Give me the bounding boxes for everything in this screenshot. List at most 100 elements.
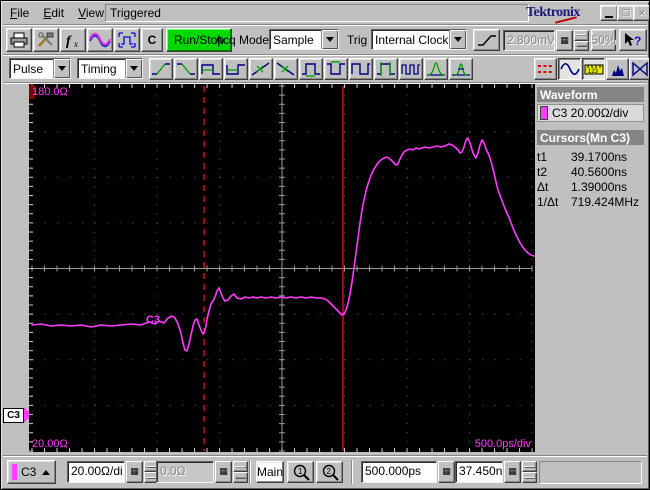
measure-category-select[interactable]: Pulse <box>9 58 71 79</box>
trigger-slope-button[interactable] <box>473 29 500 51</box>
trigger-level-field: 2.800mV <box>503 30 555 51</box>
trig-dropdown-button[interactable] <box>449 30 466 49</box>
acquire-region-icon <box>118 32 136 48</box>
close-button: ✕ <box>633 5 649 21</box>
measure-negative-width-button[interactable] <box>224 58 248 80</box>
measure-class-select[interactable]: Timing <box>77 58 143 79</box>
measure-positive-width-button[interactable] <box>199 58 223 80</box>
spin-up-button <box>574 30 589 41</box>
measure-duty-cycle-button[interactable] <box>374 58 398 80</box>
menu-bar: FileEditViewSetupUtilitiesHelp Triggered… <box>4 3 649 24</box>
measure-class-dropdown-button[interactable] <box>125 59 142 78</box>
spin-up-button <box>233 461 248 472</box>
measure-positive-overshoot-button[interactable] <box>424 58 448 80</box>
horizontal-scale-field[interactable]: 500.000ps <box>361 461 437 483</box>
channel-marker-label: C3 <box>7 410 20 421</box>
fall-time-icon <box>177 63 195 75</box>
trigger-slope-icon <box>477 35 496 46</box>
bottom-control-bar: C3 20.00Ω/di ▦ 0.0Ω ▦ Main 1 2 500.000ps… <box>3 455 647 489</box>
measure-period-button[interactable] <box>349 58 373 80</box>
negative-width-icon <box>226 64 245 75</box>
acquire-button[interactable] <box>114 28 140 52</box>
horizontal-position-field[interactable]: 37.450n <box>455 461 503 483</box>
waveform-button[interactable] <box>87 28 113 52</box>
acq-mode-dropdown-button[interactable] <box>321 30 338 49</box>
toolbar-measure: Pulse Timing 123 <box>3 56 649 82</box>
positive-overshoot-icon <box>427 62 445 76</box>
trig-source-value: Internal Clock <box>375 32 449 47</box>
spin-down-button[interactable] <box>522 472 537 483</box>
positive-pulse-icon <box>302 63 320 77</box>
up-arrow-icon <box>235 465 246 468</box>
svg-text:123: 123 <box>588 69 599 75</box>
divider <box>249 460 251 484</box>
measure-category-value: Pulse <box>13 61 44 76</box>
trigger-level-updown <box>574 30 589 51</box>
frequency-icon <box>401 64 420 75</box>
keypad-icon: ▦ <box>215 461 232 483</box>
waveform-entry-label: C3 20.00Ω/div <box>552 106 629 120</box>
waveform-display-icon <box>559 62 580 76</box>
close-icon: ✕ <box>638 7 646 18</box>
minimize-button[interactable] <box>600 5 618 21</box>
waveform-entry[interactable]: C3 20.00Ω/div <box>537 104 644 122</box>
magnifier-1-icon: 1 <box>293 464 310 481</box>
measure-frequency-button[interactable] <box>399 58 423 80</box>
keypad-icon[interactable]: ▦ <box>504 461 521 483</box>
measure-class-value: Timing <box>81 61 117 76</box>
measure-negative-overshoot-button[interactable] <box>449 58 473 80</box>
duty-cycle-icon <box>377 62 395 76</box>
cursors-button[interactable] <box>534 58 557 80</box>
readout-label: t2 <box>537 164 548 179</box>
tools-icon <box>38 32 54 47</box>
keypad-icon[interactable]: ▦ <box>126 461 143 483</box>
mag2-zoom-button[interactable]: 2 <box>316 461 343 483</box>
keypad-icon[interactable]: ▦ <box>438 461 455 483</box>
svg-text:1: 1 <box>298 467 303 476</box>
histogram-icon <box>608 65 624 76</box>
readouts-button[interactable]: 123 <box>582 58 605 80</box>
measure-rise-time-button[interactable] <box>149 58 173 80</box>
negative-pulse-icon <box>327 61 345 75</box>
histogram-button[interactable] <box>606 58 629 80</box>
measure-category-dropdown-button[interactable] <box>53 59 70 78</box>
trace-color-swatch <box>540 106 548 120</box>
spin-down-button <box>233 472 248 483</box>
set-level-50-label: 50% <box>591 33 616 47</box>
readout-row: t1 39.1700ns <box>537 149 644 164</box>
measure-falling-slope-button[interactable] <box>274 58 298 80</box>
trace-label: C3 <box>146 314 161 326</box>
mask-button[interactable] <box>629 58 649 80</box>
printer-icon <box>10 32 28 48</box>
menu-file[interactable]: File <box>4 3 37 22</box>
up-arrow-icon <box>524 465 535 468</box>
measure-negative-pulse-button[interactable] <box>324 58 348 80</box>
channel-marker[interactable]: C3 <box>3 408 24 423</box>
spin-up-button[interactable] <box>522 461 537 472</box>
math-button[interactable]: fx <box>60 28 86 52</box>
context-help-button[interactable]: ? <box>619 29 647 51</box>
waveform-display-button[interactable] <box>558 58 581 80</box>
mag1-zoom-button[interactable]: 1 <box>287 461 314 483</box>
measure-rising-slope-button[interactable] <box>249 58 273 80</box>
menu-edit[interactable]: Edit <box>37 3 72 22</box>
trig-source-select[interactable]: Internal Clock <box>371 29 467 50</box>
trigger-status: Triggered <box>105 4 529 22</box>
trig-label: Trig <box>347 33 368 47</box>
channel-select-button[interactable]: C3 <box>7 460 56 484</box>
waveform-trace <box>31 137 535 352</box>
readout-value: 39.1700ns <box>571 149 628 164</box>
measure-fall-time-button[interactable] <box>174 58 198 80</box>
waveforms-icon <box>89 32 111 48</box>
print-button[interactable] <box>6 28 32 52</box>
vertical-offset-spinner: 0.0Ω ▦ <box>156 461 248 483</box>
acq-mode-select[interactable]: Sample <box>269 29 339 50</box>
svg-text:x: x <box>73 39 78 48</box>
clear-button[interactable]: C <box>141 28 163 52</box>
trigger-level-spinner: 2.800mV ▦ <box>503 30 589 51</box>
main-timebase-button[interactable]: Main <box>256 461 284 483</box>
vertical-scale-field[interactable]: 20.00Ω/di <box>67 461 125 483</box>
measure-positive-pulse-button[interactable] <box>299 58 323 80</box>
down-arrow-icon <box>576 44 587 47</box>
utilities-button[interactable] <box>33 28 59 52</box>
